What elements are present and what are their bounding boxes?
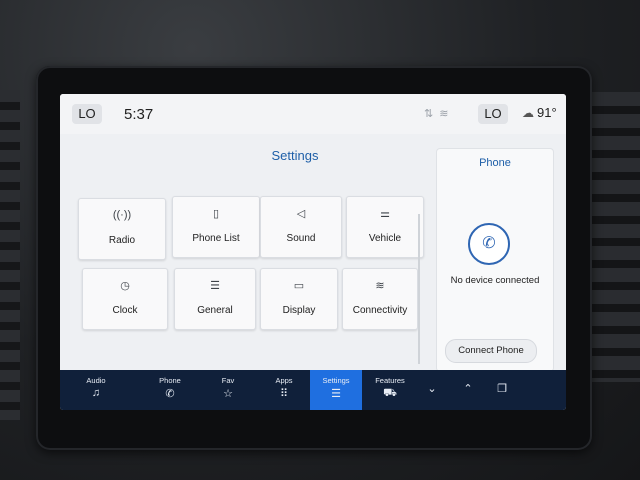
phone-list-tile[interactable]: ▯ Phone List [172, 196, 260, 258]
nav-features[interactable]: Features ⛟ [370, 370, 410, 410]
nav-collapse[interactable]: ⌄ [422, 370, 442, 410]
general-tile[interactable]: ☰ General [174, 268, 256, 330]
status-bar: LO 5:37 ⇅≋ LO ☁ 91° [60, 94, 566, 134]
chevron-up-icon: ⌃ [463, 383, 473, 395]
vehicle-icon: ⚌ [380, 208, 390, 220]
music-note-icon: ♫ [91, 387, 101, 399]
connectivity-tile[interactable]: ≋ Connectivity [342, 268, 418, 330]
tile-label: Clock [112, 305, 138, 316]
radio-tile[interactable]: ((·)) Radio [78, 198, 166, 260]
window-icon: ❐ [497, 383, 507, 395]
nav-audio[interactable]: Audio ♫ [78, 370, 114, 410]
nav-label: Apps [275, 376, 293, 385]
phone-panel: Phone ✆ No device connected Connect Phon… [436, 148, 554, 372]
phone-icon: ✆ [468, 223, 510, 265]
temperature-value: 91° [537, 105, 557, 120]
tile-label: General [197, 305, 233, 316]
panel-divider [418, 214, 420, 364]
apps-grid-icon: ⠿ [279, 388, 289, 400]
left-climate-chip[interactable]: LO [72, 104, 102, 124]
no-signal-icon: ⇅ [424, 108, 440, 120]
bottom-nav-bar: Audio ♫ Phone ✆ Fav ☆ Apps ⠿ Settings ☰ … [60, 370, 566, 410]
clock-icon: ◷ [120, 280, 130, 292]
speaker-icon: ◁ [296, 208, 306, 220]
tile-label: Sound [286, 233, 316, 244]
nav-label: Phone [159, 376, 181, 385]
wifi-icon: ≋ [375, 280, 385, 292]
clock-time: 5:37 [124, 106, 154, 123]
nav-window[interactable]: ❐ [492, 370, 512, 410]
star-icon: ☆ [223, 388, 233, 400]
nav-settings[interactable]: Settings ☰ [310, 370, 362, 410]
connect-phone-button[interactable]: Connect Phone [445, 339, 537, 363]
phone-icon: ✆ [165, 388, 175, 400]
nav-apps[interactable]: Apps ⠿ [266, 370, 302, 410]
sound-tile[interactable]: ◁ Sound [260, 196, 342, 258]
tile-label: Phone List [192, 233, 240, 244]
nav-phone[interactable]: Phone ✆ [150, 370, 190, 410]
nav-label: Features [375, 376, 405, 385]
outside-temperature: ☁ 91° [522, 105, 557, 120]
wifi-icon: ≋ [439, 108, 455, 120]
car-features-icon: ⛟ [383, 387, 397, 399]
status-icons: ⇅≋ [424, 107, 454, 120]
chevron-down-icon: ⌄ [427, 383, 437, 395]
vehicle-tile[interactable]: ⚌ Vehicle [346, 196, 424, 258]
nav-expand[interactable]: ⌃ [458, 370, 478, 410]
phone-panel-title: Phone [479, 157, 511, 169]
tile-label: Radio [108, 235, 136, 246]
no-device-message: No device connected [450, 275, 540, 286]
phone-list-icon: ▯ [212, 208, 220, 220]
tile-label: Display [282, 305, 316, 316]
sliders-icon: ☰ [331, 388, 341, 400]
infotainment-screen: LO 5:37 ⇅≋ LO ☁ 91° Settings ((·)) Radio … [60, 94, 566, 410]
radio-antenna-icon: ((·)) [112, 209, 132, 221]
partly-cloudy-icon: ☁ [522, 106, 534, 120]
sliders-icon: ☰ [210, 280, 220, 292]
nav-fav[interactable]: Fav ☆ [210, 370, 246, 410]
tile-label: Vehicle [368, 233, 402, 244]
clock-tile[interactable]: ◷ Clock [82, 268, 168, 330]
display-tile[interactable]: ▭ Display [260, 268, 338, 330]
left-air-vent [0, 90, 20, 420]
nav-label: Fav [221, 376, 235, 385]
nav-label: Settings [322, 376, 350, 385]
nav-label: Audio [86, 376, 106, 385]
right-climate-chip[interactable]: LO [478, 104, 508, 124]
settings-title: Settings [271, 148, 319, 163]
tile-label: Connectivity [352, 305, 408, 316]
display-icon: ▭ [293, 280, 305, 292]
